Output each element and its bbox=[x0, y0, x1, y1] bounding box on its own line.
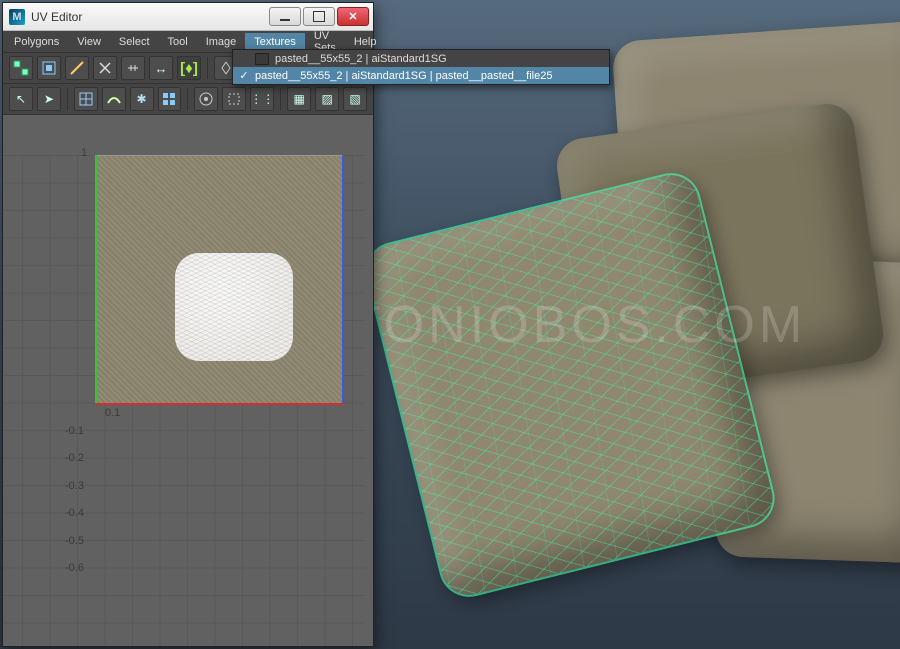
uv-edge-select-icon[interactable] bbox=[65, 56, 89, 80]
grid-display-icon[interactable] bbox=[194, 87, 218, 111]
check-icon: ✓ bbox=[233, 69, 255, 82]
arrow-tool-icon[interactable]: ➤ bbox=[37, 87, 61, 111]
uv-top-border bbox=[95, 155, 343, 156]
snowflake-icon[interactable]: ✱ bbox=[130, 87, 154, 111]
uv-face-select-icon[interactable] bbox=[37, 56, 61, 80]
menu-polygons[interactable]: Polygons bbox=[5, 33, 68, 51]
unfold-bracket-icon[interactable]: [♦] bbox=[177, 56, 201, 80]
cut-uv-icon[interactable] bbox=[93, 56, 117, 80]
texture-option-label: pasted__55x55_2 | aiStandard1SG | pasted… bbox=[255, 70, 552, 82]
tick-x-0: 0.1 bbox=[105, 407, 120, 419]
sew-uv-icon[interactable] bbox=[121, 56, 145, 80]
move-sew-icon[interactable]: ↔ bbox=[149, 56, 173, 80]
menu-tool[interactable]: Tool bbox=[159, 33, 197, 51]
toolbar-separator bbox=[67, 88, 68, 110]
toggle-c-icon[interactable]: ▧ bbox=[343, 87, 367, 111]
toolbar-separator bbox=[280, 88, 281, 110]
swatch-icon bbox=[255, 53, 269, 65]
uv-u-axis bbox=[95, 403, 343, 405]
options-icon[interactable]: ⋮⋮ bbox=[250, 87, 274, 111]
tick-y-4: -0.5 bbox=[65, 535, 84, 547]
tick-y-2: -0.3 bbox=[65, 480, 84, 492]
toolbar-separator bbox=[207, 57, 208, 79]
maximize-button[interactable] bbox=[303, 7, 335, 26]
lattice-tool-icon[interactable] bbox=[74, 87, 98, 111]
tick-y-1: -0.2 bbox=[65, 452, 84, 464]
texture-option-label: pasted__55x55_2 | aiStandard1SG bbox=[275, 53, 447, 65]
isolate-icon[interactable] bbox=[222, 87, 246, 111]
smooth-tool-icon[interactable] bbox=[102, 87, 126, 111]
toggle-a-icon[interactable]: ▦ bbox=[287, 87, 311, 111]
tick-y-0: -0.1 bbox=[65, 425, 84, 437]
textures-dropdown: pasted__55x55_2 | aiStandard1SG ✓ pasted… bbox=[232, 49, 610, 85]
menu-textures[interactable]: Textures bbox=[245, 33, 305, 51]
toolbar-row-2: ↖ ➤ ✱ ⋮⋮ ▦ ▨ ▧ bbox=[3, 84, 373, 115]
menu-help[interactable]: Help bbox=[345, 33, 386, 51]
menu-view[interactable]: View bbox=[68, 33, 110, 51]
uv-shell-select-icon[interactable] bbox=[9, 56, 33, 80]
uv-canvas[interactable]: 1 0.1 -0.1 -0.2 -0.3 -0.4 -0.5 -0.6 bbox=[3, 115, 373, 646]
uv-editor-window: UV Editor Polygons View Select Tool Imag… bbox=[2, 2, 374, 647]
window-title: UV Editor bbox=[31, 10, 263, 24]
menu-image[interactable]: Image bbox=[197, 33, 246, 51]
toolbar-separator bbox=[187, 88, 188, 110]
uv-v-axis bbox=[95, 155, 97, 403]
layout-tool-icon[interactable] bbox=[158, 87, 182, 111]
minimize-button[interactable] bbox=[269, 7, 301, 26]
texture-option-0[interactable]: pasted__55x55_2 | aiStandard1SG bbox=[233, 50, 609, 67]
close-button[interactable] bbox=[337, 7, 369, 26]
tick-top: 1 bbox=[81, 147, 87, 159]
pointer-tool-icon[interactable]: ↖ bbox=[9, 87, 33, 111]
uv-right-border bbox=[342, 155, 344, 403]
toggle-b-icon[interactable]: ▨ bbox=[315, 87, 339, 111]
tick-y-5: -0.6 bbox=[65, 562, 84, 574]
tick-y-3: -0.4 bbox=[65, 507, 84, 519]
texture-option-1[interactable]: ✓ pasted__55x55_2 | aiStandard1SG | past… bbox=[233, 67, 609, 84]
uv-shell-selection[interactable] bbox=[175, 253, 293, 361]
menu-select[interactable]: Select bbox=[110, 33, 159, 51]
maya-logo-icon bbox=[9, 9, 25, 25]
